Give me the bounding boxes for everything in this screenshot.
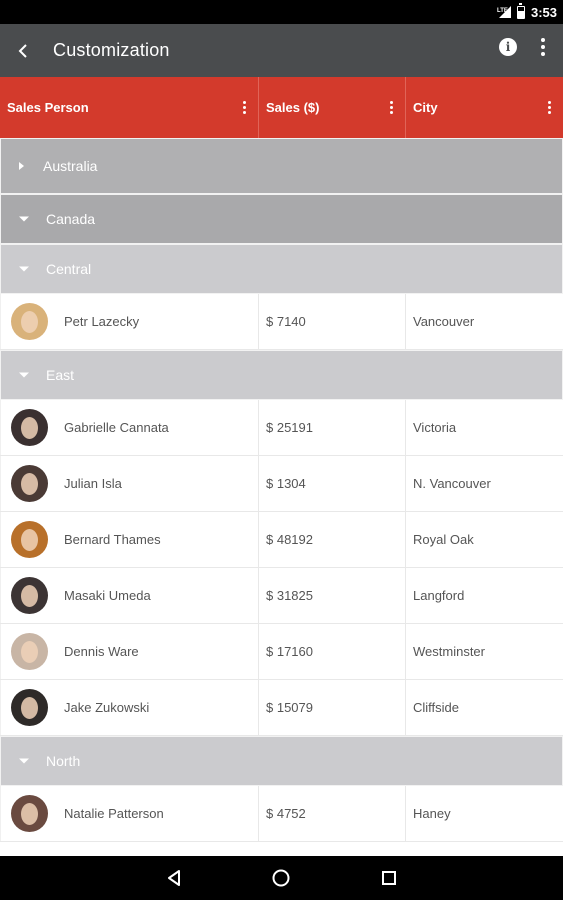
person-name: Natalie Patterson [64, 806, 164, 821]
avatar [11, 303, 48, 340]
expanded-arrow-icon[interactable] [19, 266, 29, 272]
cell-sales-person[interactable]: Dennis Ware [0, 624, 258, 679]
group-label: East [46, 367, 75, 383]
cell-sales-person[interactable]: Gabrielle Cannata [0, 400, 258, 455]
table-row[interactable]: Gabrielle Cannata $ 25191 Victoria [0, 400, 563, 456]
cell-sales[interactable]: $ 48192 [258, 512, 405, 567]
group-label: North [46, 753, 81, 769]
table-row[interactable]: Dennis Ware $ 17160 Westminster [0, 624, 563, 680]
group-row-australia[interactable]: Australia [0, 138, 563, 194]
back-triangle-icon[interactable] [159, 863, 189, 893]
table-row[interactable]: Natalie Patterson $ 4752 Haney [0, 786, 563, 842]
group-label: Central [46, 261, 92, 277]
avatar [11, 577, 48, 614]
avatar [11, 521, 48, 558]
back-arrow-icon[interactable] [1, 24, 45, 77]
table-row[interactable]: Masaki Umeda $ 31825 Langford [0, 568, 563, 624]
person-name: Gabrielle Cannata [64, 420, 169, 435]
expanded-arrow-icon[interactable] [19, 216, 29, 222]
cell-city[interactable]: Royal Oak [405, 512, 563, 567]
avatar [11, 689, 48, 726]
status-bar: LTE 3:53 [0, 0, 563, 24]
table-row[interactable]: Bernard Thames $ 48192 Royal Oak [0, 512, 563, 568]
cell-sales[interactable]: $ 15079 [258, 680, 405, 735]
group-row-canada[interactable]: Canada [0, 194, 563, 244]
info-icon[interactable]: i [499, 38, 517, 56]
column-label: Sales Person [7, 100, 89, 115]
person-name: Jake Zukowski [64, 700, 150, 715]
avatar [11, 409, 48, 446]
cell-sales[interactable]: $ 1304 [258, 456, 405, 511]
person-name: Dennis Ware [64, 644, 139, 659]
more-vert-icon[interactable] [541, 38, 545, 56]
cell-sales[interactable]: $ 4752 [258, 786, 405, 841]
cell-city[interactable]: Haney [405, 786, 563, 841]
status-icons: LTE 3:53 [497, 2, 557, 21]
group-row-east[interactable]: East [0, 350, 563, 400]
cell-sales-person[interactable]: Bernard Thames [0, 512, 258, 567]
column-header-sales-person[interactable]: Sales Person [0, 77, 258, 138]
group-label: Canada [46, 211, 96, 227]
grid-header: Sales Person Sales ($) City [0, 77, 563, 138]
battery-icon [516, 2, 525, 19]
expanded-arrow-icon[interactable] [19, 372, 29, 378]
avatar [11, 633, 48, 670]
person-name: Julian Isla [64, 476, 122, 491]
cell-sales-person[interactable]: Petr Lazecky [0, 294, 258, 349]
column-label: Sales ($) [266, 100, 320, 115]
cell-sales[interactable]: $ 7140 [258, 294, 405, 349]
expanded-arrow-icon[interactable] [19, 758, 29, 764]
cell-sales[interactable]: $ 31825 [258, 568, 405, 623]
page-title: Customization [53, 40, 170, 60]
avatar [11, 795, 48, 832]
cell-city[interactable]: Victoria [405, 400, 563, 455]
column-label: City [413, 100, 438, 115]
navigation-bar [0, 856, 563, 900]
app-bar: Customization i [0, 24, 563, 77]
table-row[interactable]: Jake Zukowski $ 15079 Cliffside [0, 680, 563, 736]
column-header-city[interactable]: City [405, 77, 563, 138]
cell-city[interactable]: Cliffside [405, 680, 563, 735]
person-name: Petr Lazecky [64, 314, 140, 329]
cell-city[interactable]: Vancouver [405, 294, 563, 349]
cell-sales-person[interactable]: Jake Zukowski [0, 680, 258, 735]
cell-city[interactable]: Langford [405, 568, 563, 623]
avatar [11, 465, 48, 502]
status-time: 3:53 [530, 4, 557, 20]
group-label: Australia [43, 158, 98, 174]
cell-sales[interactable]: $ 17160 [258, 624, 405, 679]
svg-text:LTE: LTE [497, 8, 508, 14]
column-menu-icon[interactable] [242, 101, 246, 114]
table-row[interactable]: Julian Isla $ 1304 N. Vancouver [0, 456, 563, 512]
signal-icon: LTE [497, 5, 511, 19]
cell-sales-person[interactable]: Masaki Umeda [0, 568, 258, 623]
person-name: Masaki Umeda [64, 588, 151, 603]
cell-city[interactable]: Westminster [405, 624, 563, 679]
person-name: Bernard Thames [64, 532, 161, 547]
column-menu-icon[interactable] [547, 101, 551, 114]
data-grid[interactable]: Australia Canada Central Petr Lazecky $ 7140… [0, 138, 563, 856]
cell-sales-person[interactable]: Natalie Patterson [0, 786, 258, 841]
group-row-north[interactable]: North [0, 736, 563, 786]
table-row[interactable]: Petr Lazecky $ 7140 Vancouver [0, 294, 563, 350]
collapsed-arrow-icon[interactable] [19, 162, 24, 170]
cell-sales-person[interactable]: Julian Isla [0, 456, 258, 511]
column-header-sales[interactable]: Sales ($) [258, 77, 405, 138]
cell-sales[interactable]: $ 25191 [258, 400, 405, 455]
group-row-central[interactable]: Central [0, 244, 563, 294]
home-circle-icon[interactable] [266, 863, 296, 893]
cell-city[interactable]: N. Vancouver [405, 456, 563, 511]
recents-square-icon[interactable] [374, 863, 404, 893]
column-menu-icon[interactable] [389, 101, 393, 114]
